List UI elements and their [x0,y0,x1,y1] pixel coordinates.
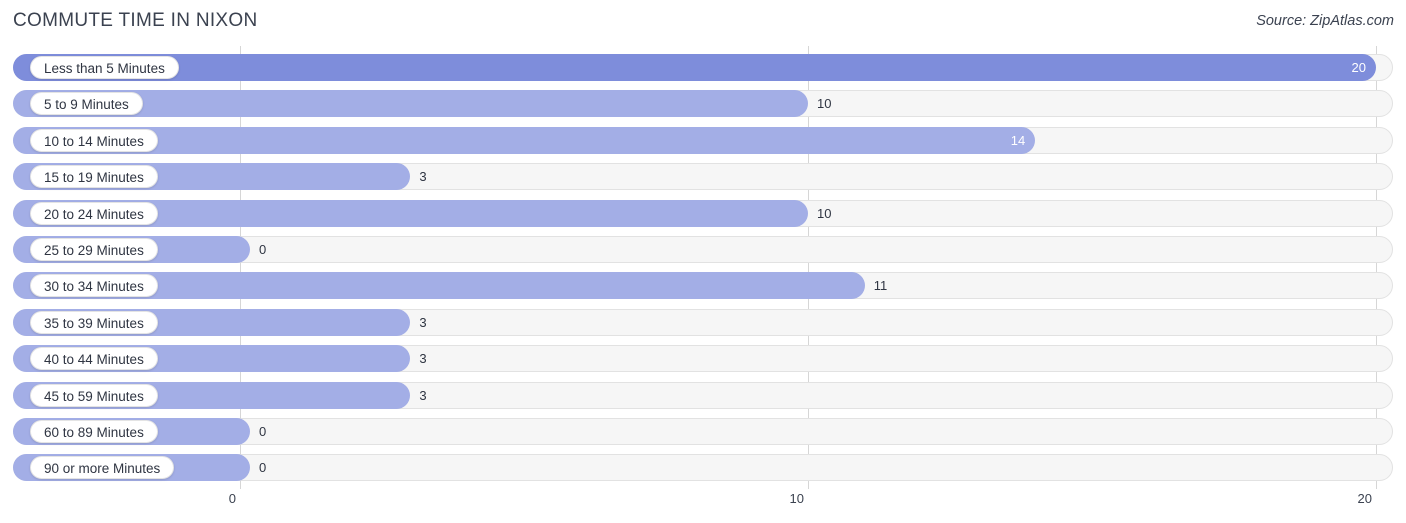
x-tick-label: 10 [789,491,804,506]
bar-value-label: 11 [873,278,888,294]
bar-row[interactable]: 10 5 to 9 Minutes [13,90,1393,118]
category-label: 25 to 29 Minutes [30,238,158,261]
category-label: 35 to 39 Minutes [30,310,158,334]
bar-value-label: 14 [1010,132,1026,148]
bar-row[interactable]: 3 35 to 39 Minutes [13,308,1393,336]
bar-value-label: 0 [259,242,267,257]
bar-value-label: 10 [817,205,832,221]
bar-row[interactable]: 11 30 to 34 Minutes [13,272,1393,300]
bar-value-label: 20 [1351,60,1366,75]
bar-value-label: 10 [817,96,832,112]
category-label: 60 to 89 Minutes [30,420,158,443]
bar-row[interactable]: 20 Less than 5 Minutes [13,54,1393,81]
category-label: 45 to 59 Minutes [30,383,158,407]
bar[interactable] [13,126,1036,154]
bar-value-label: 3 [419,314,427,330]
bar-row[interactable]: 0 60 to 89 Minutes [13,418,1393,445]
category-label: 5 to 9 Minutes [30,92,143,116]
bar-row[interactable]: 0 90 or more Minutes [13,454,1393,482]
category-label: Less than 5 Minutes [30,56,179,79]
category-label: 15 to 19 Minutes [30,165,158,189]
bar-row[interactable]: 3 15 to 19 Minutes [13,163,1393,191]
category-label: 40 to 44 Minutes [30,347,158,371]
bar-row[interactable]: 10 20 to 24 Minutes [13,199,1393,227]
bar-row[interactable]: 14 10 to 14 Minutes [13,126,1393,154]
bar-row[interactable]: 0 25 to 29 Minutes [13,236,1393,263]
bar-value-label: 3 [419,169,427,185]
category-label: 10 to 14 Minutes [30,128,158,152]
x-axis: 0 10 20 [0,489,1406,523]
bar[interactable] [13,54,1376,81]
category-label: 20 to 24 Minutes [30,201,158,225]
x-tick-label: 20 [1357,491,1372,506]
bar-value-label: 0 [259,460,267,476]
category-label: 30 to 34 Minutes [30,274,158,298]
bar-value-label: 3 [419,387,427,403]
x-tick-label: 0 [228,491,236,506]
chart-header: COMMUTE TIME IN NIXON Source: ZipAtlas.c… [0,0,1406,46]
page-title: COMMUTE TIME IN NIXON [13,10,258,31]
bar-row[interactable]: 3 40 to 44 Minutes [13,345,1393,373]
bar-value-label: 0 [259,424,267,439]
bar-rows: 20 Less than 5 Minutes 10 5 to 9 Minutes 14 1… [0,46,1406,489]
chart-plot-area: 20 Less than 5 Minutes 10 5 to 9 Minutes 14 1… [0,46,1406,489]
bar-row[interactable]: 3 45 to 59 Minutes [13,381,1393,409]
bar-value-label: 3 [419,351,427,367]
source-attribution: Source: ZipAtlas.com [1256,13,1394,29]
category-label: 90 or more Minutes [30,456,175,480]
